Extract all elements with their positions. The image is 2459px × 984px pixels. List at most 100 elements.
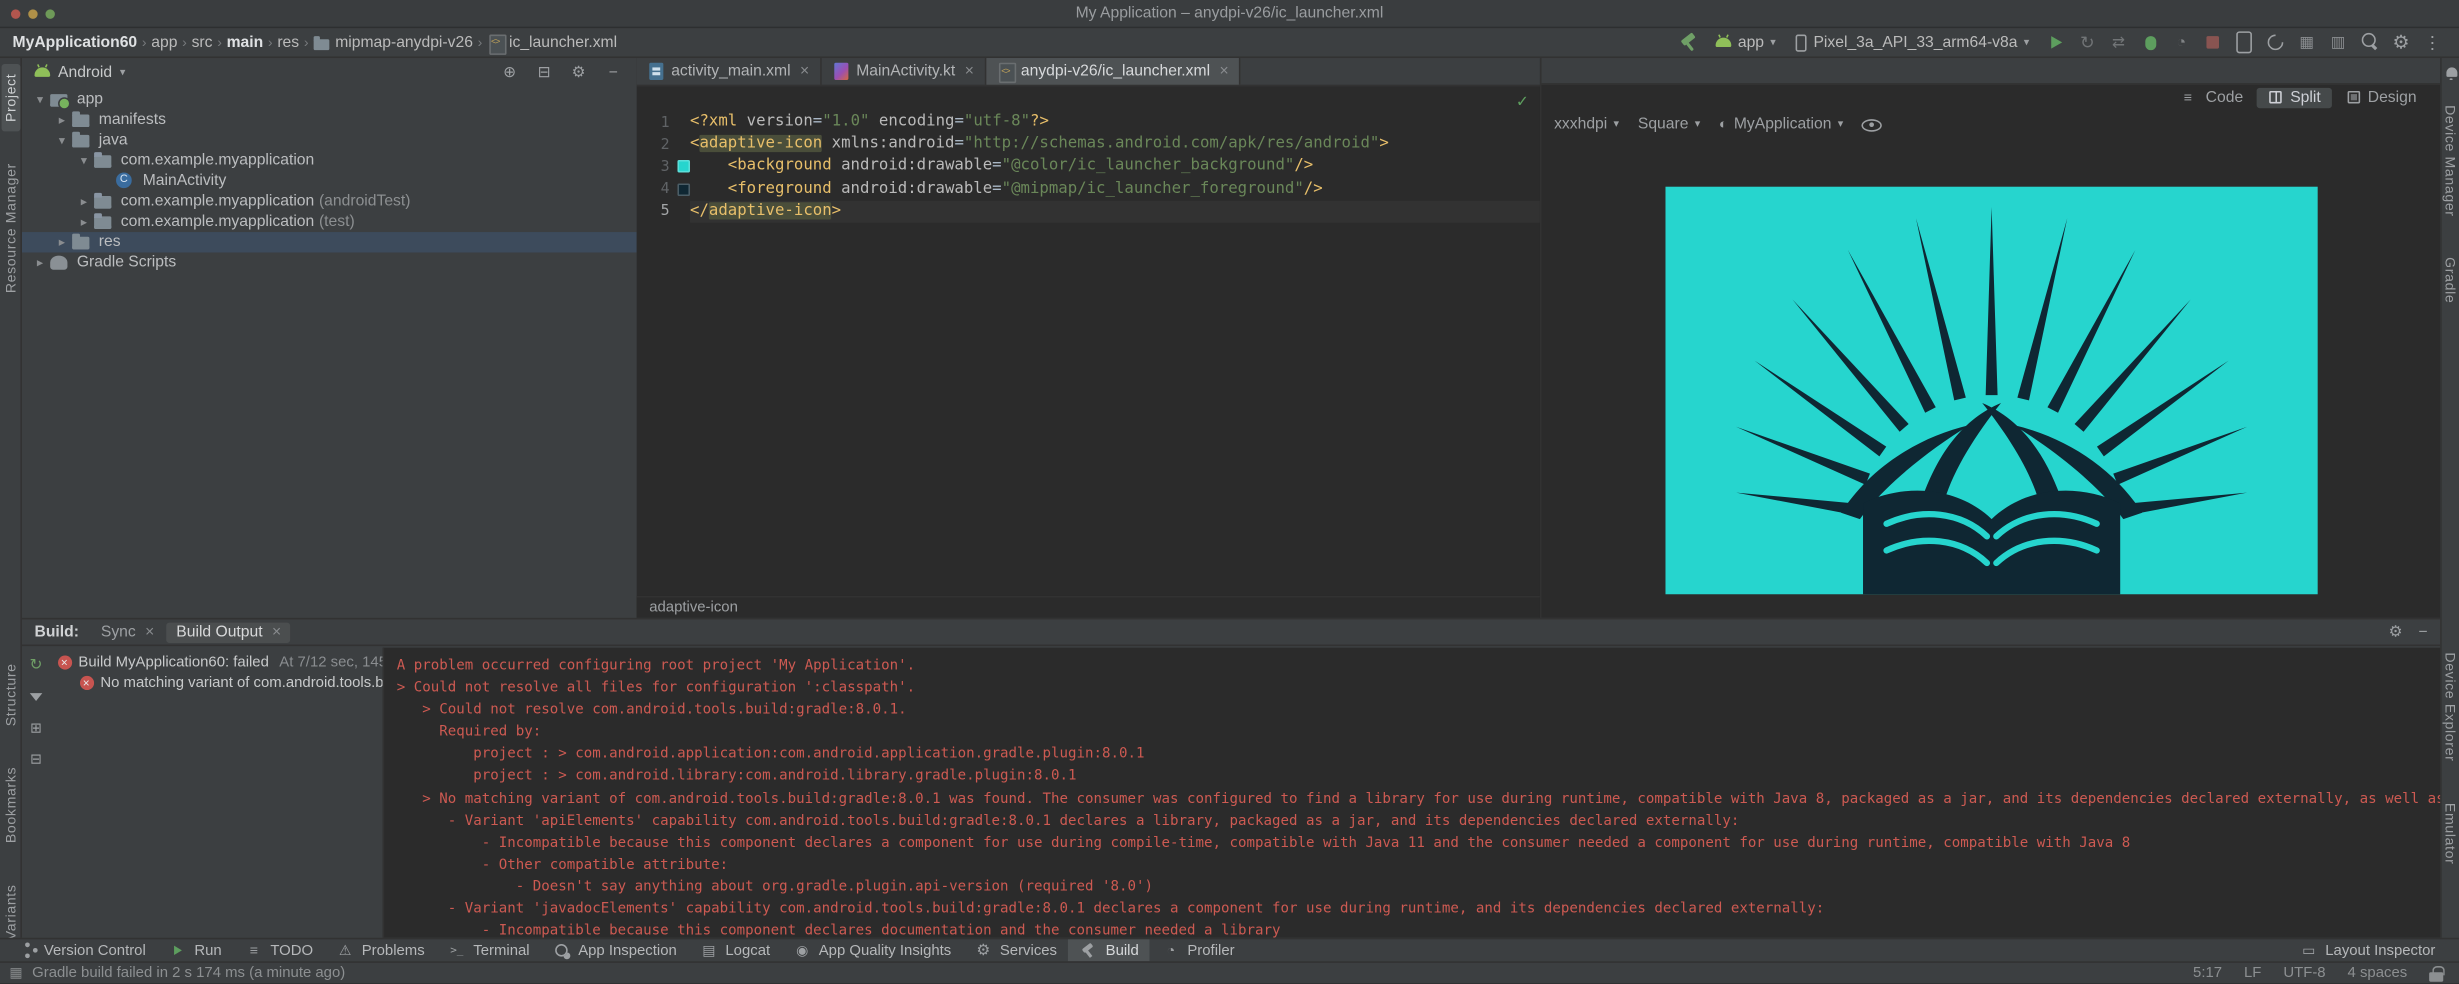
theme-selector[interactable]: MyApplication ▾ [1719, 115, 1843, 132]
code-line[interactable]: <adaptive-icon xmlns:android="http://sch… [690, 134, 1540, 156]
collapse-all-button[interactable] [27, 750, 46, 769]
breadcrumb-item-res[interactable]: res [277, 34, 299, 51]
close-tab-icon[interactable]: × [1219, 63, 1228, 80]
cursor-position-widget[interactable]: 5:17 [2193, 964, 2222, 981]
sdk-manager-button[interactable] [2293, 30, 2321, 55]
visibility-icon[interactable] [1862, 116, 1882, 132]
project-view-selector[interactable]: Android [58, 64, 112, 81]
apply-changes-button[interactable] [2073, 30, 2101, 55]
toolwindow-button-profiler[interactable]: Profiler [1150, 939, 1246, 961]
apply-code-changes-button[interactable] [2105, 30, 2133, 55]
editor-tab-activity-main-xml[interactable]: activity_main.xml× [637, 58, 822, 85]
run-button[interactable] [2042, 30, 2070, 55]
tree-item-manifests[interactable]: ▸manifests [22, 110, 637, 130]
settings-button[interactable] [2387, 30, 2415, 55]
density-selector[interactable]: xxxhdpi ▾ [1554, 115, 1619, 132]
editor-tab-mainactivity-kt[interactable]: MainActivity.kt× [822, 58, 987, 85]
build-tab-build-output[interactable]: Build Output× [167, 622, 291, 642]
tool-strip-bookmarks[interactable]: Bookmarks [1, 758, 20, 853]
tree-item-com-example-myapplication-test[interactable]: ▸com.example.myapplication(test) [22, 212, 637, 232]
hide-button[interactable]: − [2418, 623, 2427, 640]
xml-breadcrumb-item[interactable]: adaptive-icon [649, 599, 738, 616]
color-swatch-icon[interactable] [677, 161, 690, 174]
code-line[interactable]: <foreground android:drawable="@mipmap/ic… [690, 178, 1540, 200]
toolwindow-button-build[interactable]: Build [1068, 939, 1150, 961]
breadcrumb-item-mipmap-anydpi-v26[interactable]: mipmap-anydpi-v26 [313, 34, 473, 51]
debug-button[interactable] [2136, 30, 2164, 55]
settings-button[interactable]: ⚙ [568, 64, 590, 81]
rerun-button[interactable] [27, 656, 46, 675]
breadcrumb-item-ic-launcher-xml[interactable]: ic_launcher.xml [487, 34, 617, 51]
build-tab-sync[interactable]: Sync× [91, 622, 163, 642]
chevron-right-icon[interactable]: ▸ [75, 194, 92, 208]
tree-item-mainactivity[interactable]: MainActivity [22, 171, 637, 191]
toolwindow-button-logcat[interactable]: Logcat [688, 939, 781, 961]
toolwindow-button-version-control[interactable]: Version Control [6, 939, 156, 961]
chevron-down-icon[interactable]: ▾ [53, 133, 70, 147]
readonly-lock-icon[interactable] [2429, 965, 2443, 981]
locate-button[interactable]: ⊕ [499, 64, 521, 81]
tree-item-com-example-myapplication-androidtest[interactable]: ▸com.example.myapplication(androidTest) [22, 191, 637, 211]
minimize-window-button[interactable] [28, 9, 37, 18]
view-mode-split[interactable]: Split [2257, 87, 2331, 107]
toolwindow-button-terminal[interactable]: Terminal [436, 939, 541, 961]
tool-strip-project[interactable]: Project [1, 64, 20, 131]
editor-tab-anydpi-v26-ic-launcher-xml[interactable]: anydpi-v26/ic_launcher.xml× [986, 58, 1241, 85]
chevron-right-icon[interactable]: ▸ [75, 215, 92, 229]
line-separator-widget[interactable]: LF [2244, 964, 2261, 981]
hammer-button[interactable] [1675, 30, 1703, 55]
layout-validation-button[interactable] [2324, 30, 2352, 55]
build-output-console[interactable]: A problem occurred configuring root proj… [383, 648, 2440, 938]
stop-button[interactable] [2199, 30, 2227, 55]
tree-item-gradle-scripts[interactable]: ▸Gradle Scripts [22, 252, 637, 272]
chevron-right-icon[interactable]: ▸ [31, 256, 48, 270]
tool-strip-emulator[interactable]: Emulator [2441, 793, 2459, 873]
tree-item-java[interactable]: ▾java [22, 130, 637, 150]
view-mode-design[interactable]: Design [2335, 87, 2428, 107]
tree-item-res[interactable]: ▸res [22, 232, 637, 252]
inspections-ok-icon[interactable]: ✓ [1516, 94, 1529, 111]
breadcrumb-item-myapplication60[interactable]: MyApplication60 [13, 34, 138, 51]
tool-strip-gradle[interactable]: Gradle [2441, 248, 2459, 313]
more-button[interactable] [2418, 30, 2446, 55]
hide-button[interactable]: − [602, 64, 624, 81]
toolwindow-button-services[interactable]: Services [962, 939, 1068, 961]
breadcrumb-item-main[interactable]: main [227, 34, 264, 51]
close-tab-icon[interactable]: × [145, 623, 154, 640]
encoding-widget[interactable]: UTF-8 [2283, 964, 2325, 981]
toolwindow-button-layout-inspector[interactable]: Layout Inspector [2288, 939, 2447, 961]
device-selector[interactable]: Pixel_3a_API_33_arm64-v8a ▾ [1788, 32, 2037, 52]
chevron-right-icon[interactable]: ▸ [53, 113, 70, 127]
code-line[interactable]: </adaptive-icon> [690, 200, 1540, 222]
tree-item-com-example-myapplication[interactable]: ▾com.example.myapplication [22, 151, 637, 171]
code-line[interactable]: <background android:drawable="@color/ic_… [690, 156, 1540, 178]
search-button[interactable] [2355, 30, 2383, 55]
view-mode-code[interactable]: Code [2173, 87, 2254, 107]
run-config-selector[interactable]: app ▾ [1708, 32, 1784, 52]
code-editor[interactable]: 12345 <?xml version="1.0" encoding="utf-… [637, 86, 1540, 596]
tool-window-switcher-icon[interactable] [9, 964, 22, 981]
code-line[interactable]: <?xml version="1.0" encoding="utf-8"?> [690, 111, 1540, 133]
chevron-down-icon[interactable]: ▾ [75, 154, 92, 168]
chevron-right-icon[interactable]: ▸ [53, 235, 70, 249]
expand-all-button[interactable] [27, 718, 46, 737]
toolwindow-button-todo[interactable]: TODO [233, 939, 324, 961]
color-swatch-icon[interactable] [677, 183, 690, 196]
toolwindow-button-app-inspection[interactable]: App Inspection [541, 939, 688, 961]
tool-strip-resource-manager[interactable]: Resource Manager [1, 153, 20, 302]
collapse-button[interactable]: ⊟ [533, 64, 555, 81]
toolwindow-button-app-quality-insights[interactable]: App Quality Insights [781, 939, 962, 961]
gradle-sync-button[interactable] [2261, 30, 2289, 55]
settings-button[interactable]: ⚙ [2389, 623, 2403, 640]
filter-button[interactable] [27, 687, 46, 706]
breadcrumb-item-src[interactable]: src [192, 34, 213, 51]
toolwindow-button-run[interactable]: Run [157, 939, 233, 961]
notifications-icon[interactable] [2445, 67, 2458, 80]
tool-strip-device-explorer[interactable]: Device Explorer [2441, 643, 2459, 771]
profiler-button[interactable] [2167, 30, 2195, 55]
build-tree-item[interactable]: No matching variant of com.android.tools… [50, 673, 382, 693]
shape-selector[interactable]: Square ▾ [1638, 115, 1700, 132]
build-tree-item[interactable]: Build MyApplication60: failed At 7/12 se… [50, 652, 382, 672]
tree-item-app[interactable]: ▾app [22, 89, 637, 109]
indent-widget[interactable]: 4 spaces [2348, 964, 2408, 981]
